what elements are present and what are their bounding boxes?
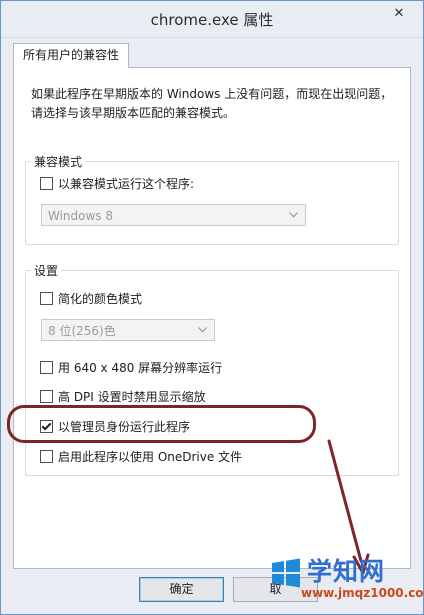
ok-button[interactable]: 确定 xyxy=(139,577,224,602)
compat-mode-checkbox-row[interactable]: 以兼容模式运行这个程序: xyxy=(40,175,194,192)
compat-mode-legend: 兼容模式 xyxy=(34,155,83,169)
color-depth-select[interactable]: 8 位(256)色 xyxy=(41,319,215,341)
high-dpi-checkbox[interactable] xyxy=(40,390,53,403)
tab-panel: 如果此程序在早期版本的 Windows 上没有问题，而现在出现问题， 请选择与该… xyxy=(13,67,411,569)
close-button[interactable]: ✕ xyxy=(381,2,417,24)
run-as-admin-row[interactable]: 以管理员身份运行此程序 xyxy=(40,418,190,435)
resolution-640-label: 用 640 x 480 屏幕分辨率运行 xyxy=(58,361,223,375)
reduced-color-checkbox[interactable] xyxy=(40,292,53,305)
high-dpi-label: 高 DPI 设置时禁用显示缩放 xyxy=(58,390,206,404)
run-as-admin-label: 以管理员身份运行此程序 xyxy=(58,420,191,434)
resolution-640-row[interactable]: 用 640 x 480 屏幕分辨率运行 xyxy=(40,359,222,376)
run-as-admin-checkbox[interactable] xyxy=(40,420,53,433)
description-line-1: 如果此程序在早期版本的 Windows 上没有问题，而现在出现问题， xyxy=(31,87,393,101)
window-title: chrome.exe 属性 xyxy=(150,11,274,29)
watermark-name: 学知网 xyxy=(307,557,386,586)
close-icon: ✕ xyxy=(393,5,405,21)
properties-dialog: chrome.exe 属性 ✕ 所有用户的兼容性 如果此程序在早期版本的 Win… xyxy=(0,0,424,615)
compat-os-select[interactable]: Windows 8 xyxy=(41,204,306,226)
chevron-down-icon xyxy=(198,327,207,333)
onedrive-label: 启用此程序以使用 OneDrive 文件 xyxy=(58,450,243,464)
compat-mode-label: 以兼容模式运行这个程序: xyxy=(58,177,195,191)
windows-logo-icon xyxy=(272,558,300,588)
reduced-color-label: 简化的颜色模式 xyxy=(58,292,143,306)
onedrive-row[interactable]: 启用此程序以使用 OneDrive 文件 xyxy=(40,448,242,465)
tab-all-users-compatibility[interactable]: 所有用户的兼容性 xyxy=(13,43,130,68)
reduced-color-row[interactable]: 简化的颜色模式 xyxy=(40,290,142,307)
chevron-down-icon xyxy=(289,212,298,218)
onedrive-checkbox[interactable] xyxy=(40,450,53,463)
description-line-2: 请选择与该早期版本匹配的兼容模式。 xyxy=(31,106,236,120)
settings-legend: 设置 xyxy=(34,264,59,278)
color-depth-select-value: 8 位(256)色 xyxy=(48,324,116,338)
site-watermark: 学知网 www.jmqz1000.com xyxy=(271,552,423,608)
resolution-640-checkbox[interactable] xyxy=(40,361,53,374)
compat-os-select-value: Windows 8 xyxy=(48,209,114,223)
title-bar: chrome.exe 属性 ✕ xyxy=(1,1,423,38)
compat-mode-checkbox[interactable] xyxy=(40,177,53,190)
watermark-url: www.jmqz1000.com xyxy=(301,586,424,600)
tab-strip: 所有用户的兼容性 xyxy=(1,37,423,68)
compatibility-description: 如果此程序在早期版本的 Windows 上没有问题，而现在出现问题， 请选择与该… xyxy=(31,85,401,123)
high-dpi-row[interactable]: 高 DPI 设置时禁用显示缩放 xyxy=(40,388,206,405)
compat-mode-group: 兼容模式 xyxy=(25,153,399,245)
